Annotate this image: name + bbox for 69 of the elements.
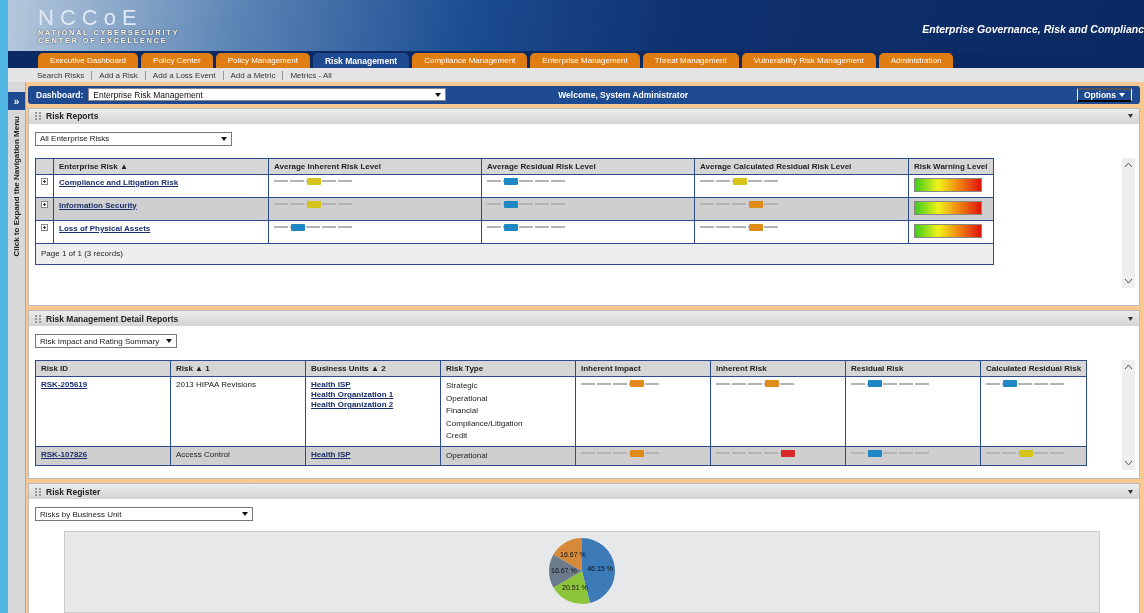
scroll-down-icon[interactable] [1124, 277, 1133, 284]
subnav-link[interactable]: Search Risks [30, 70, 93, 80]
scrollbar[interactable] [1122, 360, 1135, 471]
risk-name: Access Control [176, 449, 231, 460]
column-header[interactable]: Calculated Residual Risk [980, 360, 1087, 377]
business-unit-link[interactable]: Health ISP [311, 380, 435, 391]
column-header[interactable]: Inherent Impact [575, 360, 711, 377]
column-header[interactable]: Risk ID [35, 360, 171, 377]
risk-id-link[interactable]: RSK-205619 [41, 380, 165, 391]
dashboard-dropdown[interactable]: Enterprise Risk Management [88, 88, 447, 102]
report-dropdown[interactable]: Risk Impact and Rating Summary [35, 334, 177, 349]
scroll-up-icon[interactable] [1124, 161, 1133, 168]
subnav-link[interactable]: Add a Risk [92, 70, 146, 80]
nav-tab[interactable]: Risk Management [312, 53, 410, 68]
risk-type: Operational [446, 392, 489, 405]
drag-handle-icon[interactable] [35, 487, 42, 496]
collapse-icon[interactable] [1128, 489, 1133, 494]
pager-text: Page 1 of 1 (3 records) [41, 249, 123, 259]
column-header[interactable]: Risk Warning Level [908, 158, 993, 175]
column-header[interactable]: Enterprise Risk ▲ [53, 158, 269, 175]
caret-icon [166, 339, 172, 344]
panel-title: Risk Register [46, 486, 101, 497]
app-tagline: Enterprise Governance, Risk and Complianc [922, 23, 1144, 35]
caret-icon [242, 512, 248, 516]
risk-name: 2013 HIPAA Revisions [176, 380, 257, 391]
panel-title: Risk Management Detail Reports [46, 313, 179, 324]
caret-icon [221, 136, 227, 141]
subnav-link[interactable]: Add a Loss Event [145, 70, 224, 80]
scroll-down-icon[interactable] [1124, 460, 1133, 467]
expand-button[interactable]: » [8, 92, 25, 110]
caret-icon [1119, 92, 1125, 97]
sidebar-label[interactable]: Click to Expand the Navigation Menu [12, 116, 21, 257]
warning-gradient-bar [914, 223, 982, 238]
options-menu[interactable]: Options [1076, 87, 1132, 102]
column-header[interactable]: Risk ▲ 1 [170, 360, 306, 377]
risk-type: Strategic [446, 380, 479, 393]
risk-type: Credit [446, 430, 469, 443]
risk-type: Financial [446, 405, 479, 418]
panel-title: Risk Reports [46, 111, 99, 122]
dashboard-label: Dashboard: [36, 89, 84, 100]
report-dropdown[interactable]: Risks by Business Unit [35, 507, 253, 521]
column-header[interactable]: Business Units ▲ 2 [305, 360, 441, 377]
scroll-up-icon[interactable] [1124, 364, 1133, 371]
collapse-icon[interactable] [1128, 114, 1133, 119]
warning-gradient-bar [914, 177, 982, 192]
column-header[interactable]: Average Calculated Residual Risk Level [694, 158, 909, 175]
business-unit-link[interactable]: Health Organization 2 [311, 400, 435, 411]
column-header[interactable]: Inherent Risk [710, 360, 846, 377]
subnav-link[interactable]: Metrics - All [283, 70, 339, 80]
expand-row-icon[interactable] [41, 223, 48, 231]
column-header[interactable]: Average Residual Risk Level [481, 158, 695, 175]
subnav-link[interactable]: Add a Metric [223, 70, 284, 80]
collapse-icon[interactable] [1128, 316, 1133, 321]
column-header[interactable]: Residual Risk [845, 360, 981, 377]
scrollbar[interactable] [1122, 157, 1135, 288]
expand-row-icon[interactable] [41, 177, 48, 185]
drag-handle-icon[interactable] [35, 112, 42, 121]
logo-mark: NCCoE [38, 6, 144, 29]
business-unit-link[interactable]: Health Organization 1 [311, 390, 435, 401]
expand-row-icon[interactable] [41, 200, 48, 208]
welcome-text: Welcome, System Administrator [558, 89, 689, 100]
column-header[interactable]: Average Inherent Risk Level [268, 158, 482, 175]
risk-type: Operational [446, 449, 489, 462]
risk-type: Compliance/Litigation [446, 417, 524, 430]
report-dropdown[interactable]: All Enterprise Risks [35, 131, 232, 146]
column-header[interactable]: Risk Type [440, 360, 576, 377]
warning-gradient-bar [914, 200, 982, 215]
caret-icon [435, 92, 442, 97]
drag-handle-icon[interactable] [35, 314, 42, 323]
